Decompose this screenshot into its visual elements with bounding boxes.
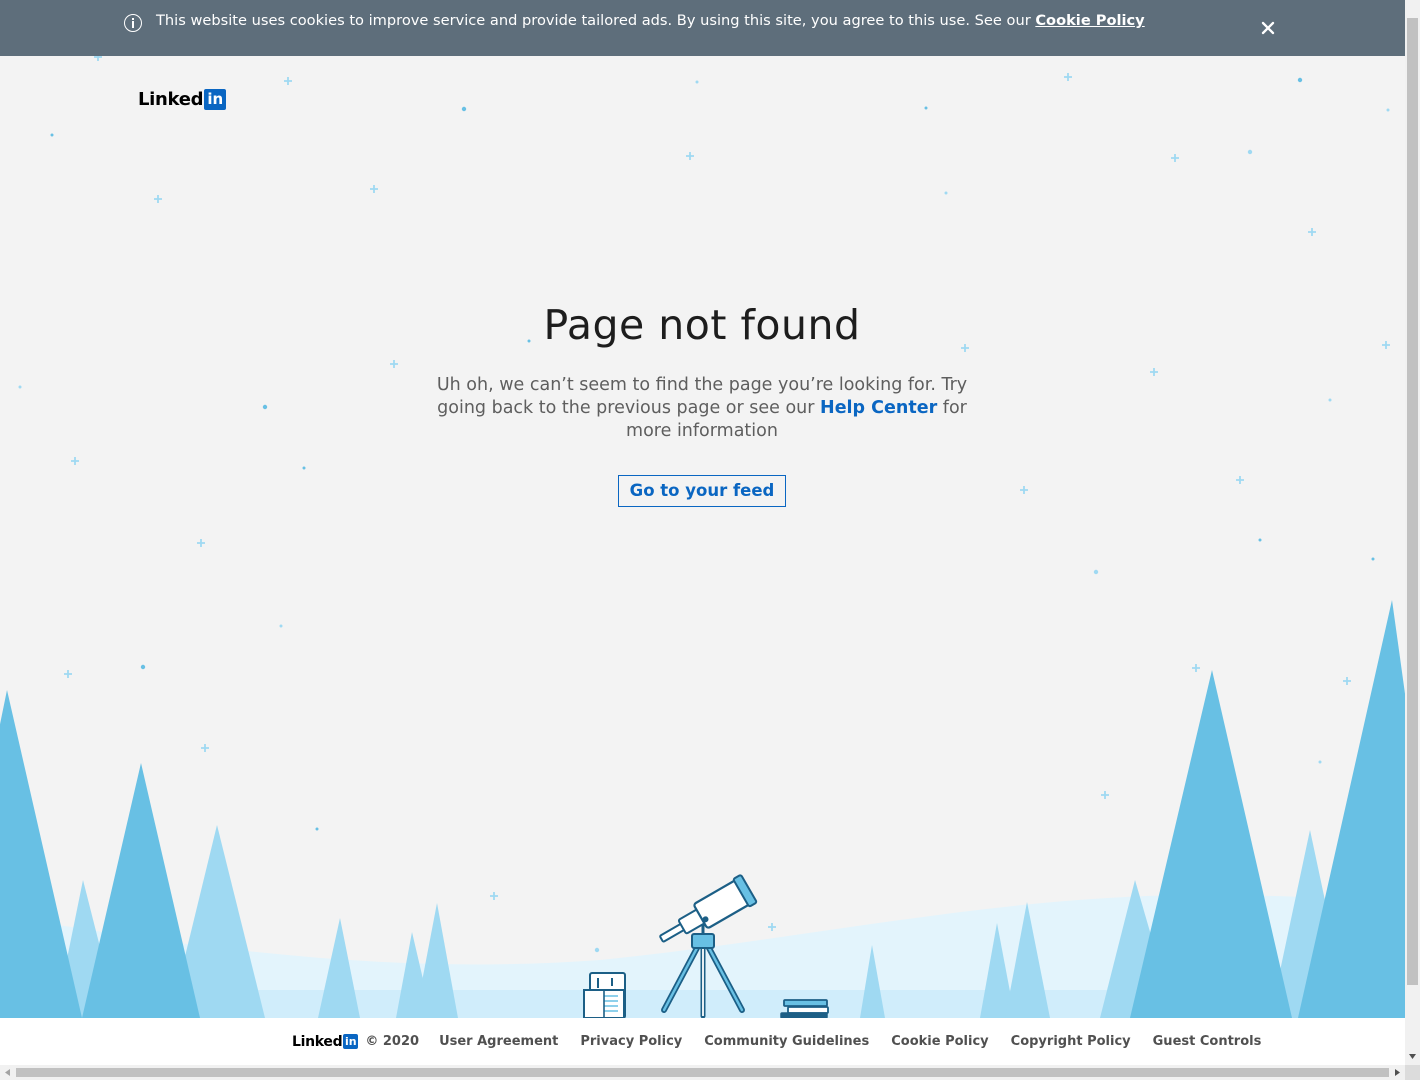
star-icon bbox=[1328, 398, 1332, 402]
star-icon bbox=[1101, 791, 1109, 799]
star-icon bbox=[154, 195, 162, 203]
star-icon bbox=[1064, 73, 1072, 81]
cookie-message-text: This website uses cookies to improve ser… bbox=[156, 12, 1031, 29]
footer: Linked in © 2020 User Agreement Privacy P… bbox=[0, 1018, 1405, 1065]
help-center-link[interactable]: Help Center bbox=[820, 398, 937, 418]
footer-copyright: © 2020 bbox=[365, 1034, 420, 1049]
footer-logo-in-box: in bbox=[343, 1034, 359, 1049]
star-icon bbox=[1236, 476, 1244, 484]
cookie-policy-link[interactable]: Cookie Policy bbox=[1035, 12, 1144, 29]
star-icon bbox=[302, 466, 306, 470]
star-icon bbox=[1171, 154, 1179, 162]
star-icon bbox=[686, 152, 694, 160]
books-icon bbox=[783, 999, 828, 1007]
star-icon bbox=[71, 457, 79, 465]
tree-icon bbox=[82, 763, 200, 1018]
footer-link-guest-controls[interactable]: Guest Controls bbox=[1153, 1034, 1262, 1049]
star-icon bbox=[197, 539, 205, 547]
star-icon bbox=[1308, 228, 1316, 236]
star-icon bbox=[1258, 538, 1262, 542]
star-icon bbox=[1247, 149, 1253, 155]
scrollbar-corner bbox=[1405, 1065, 1420, 1080]
star-icon bbox=[284, 77, 292, 85]
cookie-banner: This website uses cookies to improve ser… bbox=[0, 0, 1405, 56]
vertical-scrollbar-thumb[interactable] bbox=[1407, 18, 1418, 985]
star-icon bbox=[279, 624, 283, 628]
star-icon bbox=[370, 185, 378, 193]
scroll-down-arrow-icon[interactable] bbox=[1405, 1049, 1420, 1064]
star-icon bbox=[1093, 569, 1099, 575]
book-stack-middle bbox=[787, 1006, 829, 1014]
horizontal-scrollbar-thumb[interactable] bbox=[16, 1068, 1389, 1077]
scroll-left-arrow-icon[interactable] bbox=[0, 1065, 15, 1080]
page-viewport: This website uses cookies to improve ser… bbox=[0, 0, 1405, 1065]
footer-link-privacy-policy[interactable]: Privacy Policy bbox=[580, 1034, 682, 1049]
footer-link-copyright-policy[interactable]: Copyright Policy bbox=[1011, 1034, 1131, 1049]
star-icon bbox=[140, 664, 146, 670]
star-icon bbox=[1192, 664, 1200, 672]
scroll-right-arrow-icon[interactable] bbox=[1390, 1065, 1405, 1080]
vertical-scrollbar[interactable] bbox=[1405, 0, 1420, 1065]
tree-icon bbox=[0, 690, 82, 1018]
star-icon bbox=[1297, 77, 1303, 83]
logo-wordmark: Linked bbox=[138, 88, 204, 110]
telescope-mount bbox=[691, 933, 715, 949]
star-icon bbox=[1020, 486, 1028, 494]
footer-link-community-guidelines[interactable]: Community Guidelines bbox=[704, 1034, 869, 1049]
star-icon bbox=[50, 133, 54, 137]
star-icon bbox=[1343, 677, 1351, 685]
star-icon bbox=[390, 360, 398, 368]
tree-icon bbox=[1130, 670, 1292, 1018]
close-icon[interactable] bbox=[1257, 17, 1279, 39]
linkedin-logo[interactable]: Linked in bbox=[138, 88, 227, 110]
footer-link-cookie-policy[interactable]: Cookie Policy bbox=[891, 1034, 988, 1049]
star-icon bbox=[1371, 557, 1375, 561]
star-icon bbox=[1150, 368, 1158, 376]
footer-logo-wordmark: Linked bbox=[292, 1033, 343, 1050]
logo-in-box: in bbox=[204, 88, 227, 110]
horizontal-scrollbar[interactable] bbox=[0, 1065, 1405, 1080]
footer-link-user-agreement[interactable]: User Agreement bbox=[439, 1034, 558, 1049]
cookie-message: This website uses cookies to improve ser… bbox=[156, 12, 1145, 30]
star-icon bbox=[1382, 341, 1390, 349]
star-icon bbox=[768, 923, 776, 931]
tree-icon bbox=[1298, 600, 1405, 1018]
star-icon bbox=[64, 670, 72, 678]
info-icon bbox=[124, 14, 142, 32]
star-icon bbox=[315, 827, 319, 831]
star-icon bbox=[461, 106, 467, 112]
star-icon bbox=[924, 106, 928, 110]
error-content: Page not found Uh oh, we can’t seem to f… bbox=[402, 300, 1002, 507]
go-to-feed-button[interactable]: Go to your feed bbox=[617, 475, 787, 507]
star-icon bbox=[594, 947, 600, 953]
star-icon bbox=[1386, 108, 1390, 112]
star-icon bbox=[262, 404, 268, 410]
star-icon bbox=[490, 892, 498, 900]
star-icon bbox=[201, 744, 209, 752]
star-icon bbox=[944, 191, 948, 195]
footer-linkedin-logo[interactable]: Linked in bbox=[292, 1033, 359, 1050]
tree-icon bbox=[415, 903, 458, 1018]
footer-links: User Agreement Privacy Policy Community … bbox=[439, 1034, 1283, 1049]
star-icon bbox=[18, 385, 22, 389]
star-icon bbox=[695, 80, 699, 84]
page-title: Page not found bbox=[543, 301, 861, 349]
winter-illustration bbox=[0, 53, 1405, 1018]
star-icon bbox=[1318, 760, 1322, 764]
error-message: Uh oh, we can’t seem to find the page yo… bbox=[422, 374, 982, 443]
